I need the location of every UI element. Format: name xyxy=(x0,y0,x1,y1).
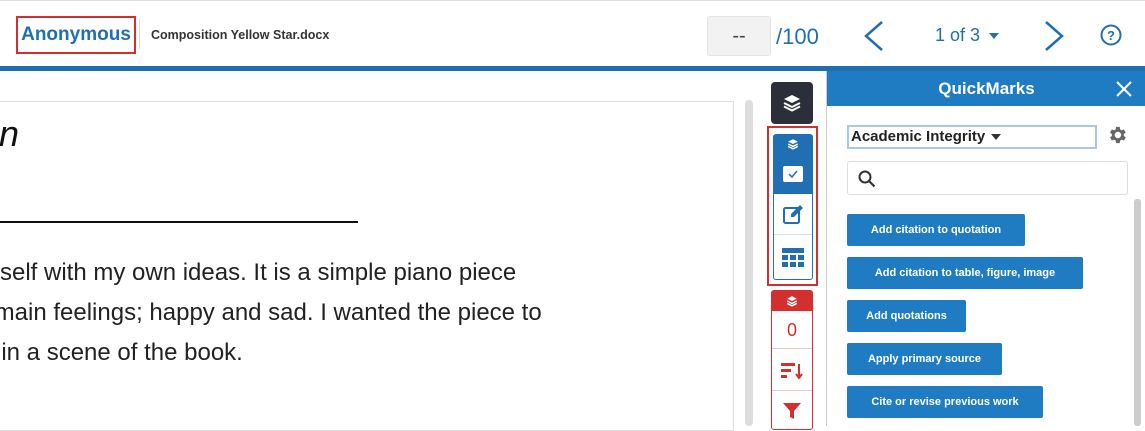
quickmark-button[interactable]: Cite or revise previous work xyxy=(847,386,1043,418)
caret-down-icon xyxy=(991,134,1002,141)
quickmark-set-name: Academic Integrity xyxy=(851,128,986,145)
document-scrollbar[interactable] xyxy=(745,100,753,426)
gear-icon[interactable] xyxy=(1106,124,1128,146)
page-indicator: 1 of 3 xyxy=(935,25,981,45)
quickmarks-panel: QuickMarks Academic Integrity Add citati… xyxy=(826,71,1145,426)
chevron-left-icon[interactable] xyxy=(860,19,888,53)
grading-tools xyxy=(773,134,813,280)
divider xyxy=(139,19,140,49)
layers-icon xyxy=(786,296,798,307)
close-icon[interactable] xyxy=(1115,80,1133,98)
grade-input[interactable]: -- xyxy=(707,16,771,56)
similarity-count[interactable]: 0 xyxy=(772,313,812,349)
comment-tool-button[interactable] xyxy=(774,195,812,235)
grading-layer-toggle[interactable] xyxy=(774,135,812,153)
quickmark-search[interactable] xyxy=(847,161,1128,195)
checkbox-icon xyxy=(783,165,803,182)
edit-icon xyxy=(783,204,803,224)
sort-icon xyxy=(781,362,803,380)
search-input[interactable] xyxy=(884,168,1120,190)
author-name[interactable]: Anonymous xyxy=(16,16,136,54)
quickmark-button[interactable]: Apply primary source xyxy=(847,343,1002,375)
sort-button[interactable] xyxy=(772,351,812,391)
quickmarks-scrollbar[interactable] xyxy=(1134,199,1141,426)
chevron-right-icon[interactable] xyxy=(1040,19,1068,53)
svg-text:?: ? xyxy=(1107,28,1115,43)
quickmark-button[interactable]: Add quotations xyxy=(847,300,966,332)
quickmark-set-select[interactable]: Academic Integrity xyxy=(847,125,1097,149)
document-paragraph: yself with my own ideas. It is a simple … xyxy=(0,253,688,373)
quickmark-button[interactable]: Add citation to quotation xyxy=(847,214,1025,246)
similarity-layer-toggle[interactable] xyxy=(772,291,812,311)
layers-icon xyxy=(783,95,801,112)
search-icon xyxy=(858,170,876,188)
document-heading: on xyxy=(0,113,21,154)
grade-max: /100 xyxy=(776,24,819,49)
paragraph-line: t in a scene of the book. xyxy=(0,339,243,366)
quickmark-button[interactable]: Add citation to table, figure, image xyxy=(847,257,1083,289)
heading-underline xyxy=(0,221,358,223)
document-title: Composition Yellow Star.docx xyxy=(151,28,330,42)
paragraph-line: yself with my own ideas. It is a simple … xyxy=(0,259,517,286)
layers-button[interactable] xyxy=(771,82,813,124)
quickmarks-header: QuickMarks xyxy=(827,71,1145,106)
paragraph-line: main feelings; happy and sad. I wanted t… xyxy=(0,299,542,326)
top-bar: Anonymous Composition Yellow Star.docx -… xyxy=(0,0,1145,66)
grading-tools-group xyxy=(767,126,818,286)
page-selector[interactable]: 1 of 3 xyxy=(935,25,1000,46)
rubric-tool-button[interactable] xyxy=(774,236,812,280)
layers-icon xyxy=(787,139,799,150)
similarity-tools: 0 xyxy=(771,290,813,430)
grid-icon xyxy=(782,248,804,267)
caret-down-icon xyxy=(989,33,1000,40)
filter-button[interactable] xyxy=(772,393,812,429)
quickmarks-title: QuickMarks xyxy=(938,79,1035,98)
quickmarks-tool-button[interactable] xyxy=(774,153,812,194)
filter-icon xyxy=(783,403,801,419)
help-icon[interactable]: ? xyxy=(1100,24,1122,46)
